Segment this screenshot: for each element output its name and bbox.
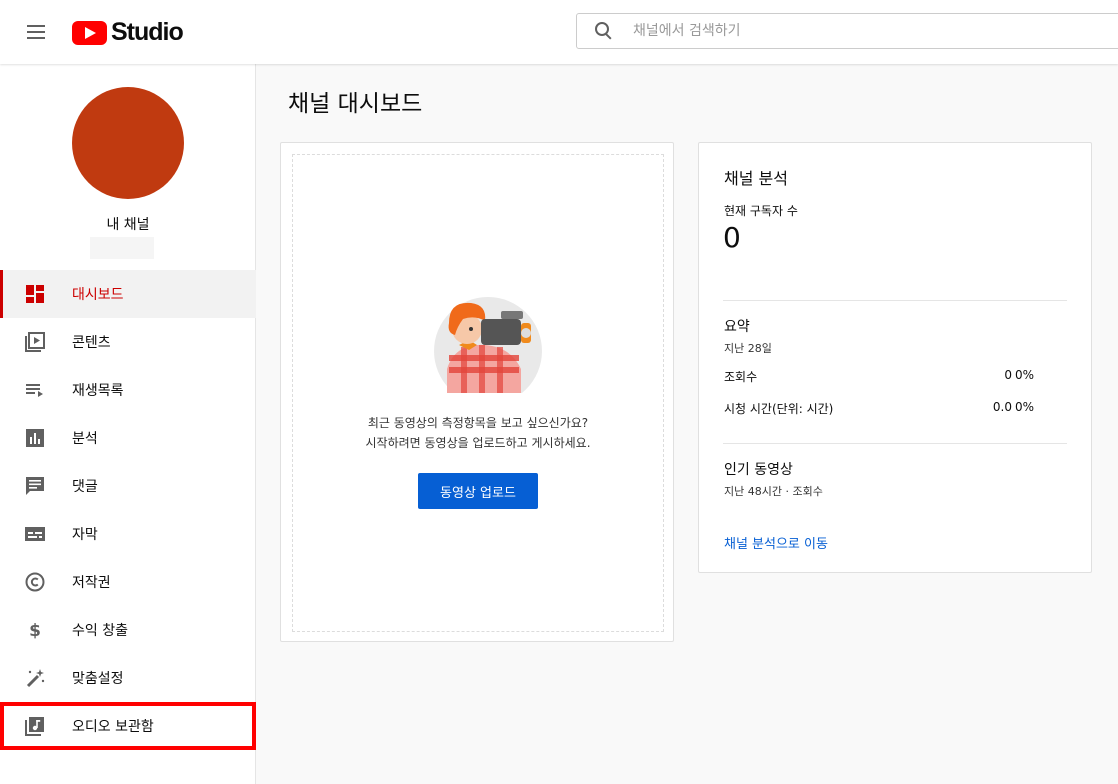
upload-prompt-line2: 시작하려면 동영상을 업로드하고 게시하세요. (365, 436, 591, 450)
sidebar-item-label: 오디오 보관함 (72, 719, 154, 735)
sidebar-item-analytics[interactable]: 분석 (0, 414, 256, 462)
sidebar-item-label: 자막 (72, 527, 98, 543)
magic-wand-icon (25, 668, 45, 688)
metric-name: 조회수 (724, 370, 758, 384)
subscribers-label: 현재 구독자 수 (724, 204, 798, 218)
sidebar-item-comments[interactable]: 댓글 (0, 462, 256, 510)
page-title: 채널 대시보드 (288, 91, 423, 117)
top-header: Studio (0, 0, 1118, 64)
search-input[interactable] (633, 23, 1113, 39)
channel-name-redacted (90, 237, 154, 259)
studio-logo[interactable]: Studio (72, 18, 184, 47)
sidebar-item-dashboard[interactable]: 대시보드 (0, 270, 256, 318)
sidebar-item-label: 저작권 (72, 575, 111, 591)
metric-value: 0.0 (992, 400, 1012, 414)
divider (723, 443, 1067, 444)
sidebar-nav: 대시보드 콘텐츠 재생목록 분석 댓글 자막 저작권 $ 수익 창출 맞춤설정 … (0, 270, 256, 750)
sidebar-item-label: 수익 창출 (72, 623, 128, 639)
search-icon[interactable] (593, 20, 615, 42)
hamburger-menu-icon[interactable] (20, 16, 52, 48)
summary-period: 지난 28일 (724, 342, 772, 355)
comments-icon (25, 476, 45, 496)
sidebar-item-label: 대시보드 (72, 287, 124, 303)
upload-dropzone: 최근 동영상의 측정항목을 보고 싶으신가요? 시작하려면 동영상을 업로드하고… (292, 154, 664, 632)
sidebar-item-playlists[interactable]: 재생목록 (0, 366, 256, 414)
sidebar-item-label: 콘텐츠 (72, 335, 111, 351)
camera-person-illustration (434, 297, 542, 393)
channel-avatar[interactable] (72, 87, 184, 199)
audio-library-icon (25, 716, 45, 736)
sidebar-item-subtitles[interactable]: 자막 (0, 510, 256, 558)
dashboard-icon (25, 284, 45, 304)
channel-analytics-card: 채널 분석 현재 구독자 수 0 요약 지난 28일 조회수 0 0% 시청 시… (698, 142, 1092, 573)
upload-prompt: 최근 동영상의 측정항목을 보고 싶으신가요? 시작하려면 동영상을 업로드하고… (293, 413, 663, 453)
dollar-icon: $ (25, 620, 45, 640)
sidebar-item-content[interactable]: 콘텐츠 (0, 318, 256, 366)
sidebar-item-label: 재생목록 (72, 383, 124, 399)
sidebar-item-audio-library[interactable]: 오디오 보관함 (0, 702, 256, 750)
analytics-icon (25, 428, 45, 448)
youtube-play-icon (72, 20, 107, 45)
go-to-analytics-link[interactable]: 채널 분석으로 이동 (724, 533, 828, 552)
metric-name: 시청 시간(단위: 시간) (724, 402, 834, 416)
top-videos-subtitle: 지난 48시간 · 조회수 (724, 485, 823, 498)
playlist-icon (25, 380, 45, 400)
logo-text: Studio (111, 18, 184, 46)
upload-card: 최근 동영상의 측정항목을 보고 싶으신가요? 시작하려면 동영상을 업로드하고… (280, 142, 674, 642)
sidebar-item-monetization[interactable]: $ 수익 창출 (0, 606, 256, 654)
subtitles-icon (25, 524, 45, 544)
sidebar-item-label: 맞춤설정 (72, 671, 124, 687)
top-videos-title: 인기 동영상 (724, 462, 793, 478)
search-bar[interactable] (576, 13, 1118, 49)
upload-prompt-line1: 최근 동영상의 측정항목을 보고 싶으신가요? (367, 416, 589, 430)
sidebar-item-copyright[interactable]: 저작권 (0, 558, 256, 606)
sidebar-item-customization[interactable]: 맞춤설정 (0, 654, 256, 702)
analytics-title: 채널 분석 (724, 169, 788, 188)
upload-video-button[interactable]: 동영상 업로드 (418, 473, 538, 509)
summary-title: 요약 (724, 319, 750, 335)
metric-percent: 0% (1014, 368, 1034, 382)
metric-percent: 0% (1014, 400, 1034, 414)
divider (723, 300, 1067, 301)
channel-name: 내 채널 (106, 217, 150, 233)
copyright-icon (25, 572, 45, 592)
sidebar-item-label: 댓글 (72, 479, 98, 495)
svg-text:$: $ (29, 621, 41, 640)
content-icon (25, 332, 45, 352)
sidebar-item-label: 분석 (72, 431, 98, 447)
metric-value: 0 (1004, 368, 1012, 382)
subscribers-count: 0 (723, 221, 741, 254)
sidebar: 내 채널 대시보드 콘텐츠 재생목록 분석 댓글 자막 저작권 $ 수익 창출 … (0, 64, 256, 784)
